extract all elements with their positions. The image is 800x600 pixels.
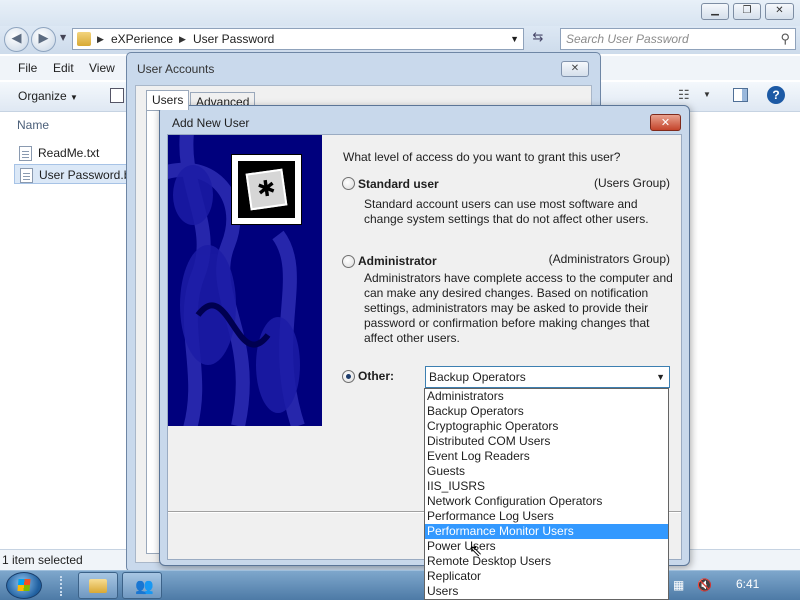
administrator-radio[interactable] [342,255,355,268]
breadcrumb-item[interactable]: eXPerience [111,29,173,49]
wizard-banner-image: ✱ [168,135,322,426]
search-input[interactable]: Search User Password ⚲ [560,28,796,50]
column-header-name[interactable]: Name [17,118,49,132]
group-select[interactable]: Backup Operators ▼ [425,366,670,388]
organize-button[interactable]: Organize ▼ [18,89,78,103]
status-text: 1 item selected [2,553,83,567]
user-key-icon: ✱ [231,154,302,225]
text-file-icon [19,146,32,161]
minimize-button[interactable]: ▁ [701,3,729,20]
start-button[interactable] [6,572,42,599]
dropdown-option[interactable]: Users [425,584,668,599]
menu-file[interactable]: File [18,61,37,75]
maximize-button[interactable]: ❐ [733,3,761,20]
other-label[interactable]: Other: [358,369,394,383]
file-name: User Password.b [39,168,130,182]
chevron-down-icon: ▼ [70,93,78,102]
standard-user-radio[interactable] [342,177,355,190]
breadcrumb-item[interactable]: User Password [193,29,274,49]
group-select-value: Backup Operators [429,370,526,384]
windows-logo-icon [17,579,31,591]
tab-users[interactable]: Users [146,90,190,110]
menu-edit[interactable]: Edit [53,61,74,75]
address-box[interactable]: ▶ eXPerience ▶ User Password ▼ [72,28,524,50]
dropdown-option[interactable]: IIS_IUSRS [425,479,668,494]
folder-icon [89,579,107,593]
standard-user-group: (Users Group) [593,176,670,190]
dropdown-option[interactable]: Performance Log Users [425,509,668,524]
dropdown-option[interactable]: Guests [425,464,668,479]
dialog-title: User Accounts [137,62,215,76]
mouse-cursor-icon: ⇖ [469,541,483,560]
taskbar-user-accounts-button[interactable]: 👥 [122,572,162,599]
taskbar-explorer-button[interactable] [78,572,118,599]
dropdown-option[interactable]: Remote Desktop Users [425,554,668,569]
dialog-title: Add New User [172,116,250,130]
dropdown-option[interactable]: Event Log Readers [425,449,668,464]
dropdown-option[interactable]: Distributed COM Users [425,434,668,449]
folder-icon [77,32,91,46]
explorer-titlebar: ▁ ❐ ✕ [0,0,800,26]
chevron-down-icon[interactable]: ▼ [703,90,711,99]
refresh-icon[interactable]: ⇆ [528,30,548,48]
breadcrumb-separator-icon[interactable]: ▶ [179,29,186,49]
file-icon [20,168,33,183]
other-radio[interactable] [342,370,355,383]
dropdown-option[interactable]: Administrators [425,389,668,404]
group-dropdown-list[interactable]: Administrators Backup Operators Cryptogr… [424,388,669,600]
search-icon[interactable]: ⚲ [780,29,790,49]
standard-user-label[interactable]: Standard user [358,177,439,191]
clock[interactable]: 6:41 [736,577,759,591]
administrator-group: (Administrators Group) [548,252,670,266]
dropdown-option[interactable]: Backup Operators [425,404,668,419]
menu-view[interactable]: View [89,61,115,75]
chevron-down-icon[interactable]: ▼ [656,367,665,387]
dropdown-option[interactable]: Cryptographic Operators [425,419,668,434]
taskbar: 👥 ▦ 🔇 6:41 [0,570,800,600]
file-item[interactable]: User Password.b [14,164,130,184]
view-options-icon[interactable]: ☷ [678,87,690,103]
administrator-description: Administrators have complete access to t… [364,271,673,345]
organize-label: Organize [18,89,67,103]
close-button[interactable]: ✕ [561,61,589,77]
back-button[interactable]: ◀ [4,27,29,52]
preview-pane-icon[interactable] [733,88,748,102]
address-bar-area: ◀ ▶ ▼ ▶ eXPerience ▶ User Password ▼ ⇆ S… [0,26,800,54]
dropdown-option[interactable]: Replicator [425,569,668,584]
close-button[interactable]: ✕ [650,114,681,131]
breadcrumb-separator-icon[interactable]: ▶ [97,29,104,49]
forward-button[interactable]: ▶ [31,27,56,52]
dropdown-option[interactable]: Network Configuration Operators [425,494,668,509]
file-name: ReadMe.txt [38,146,100,160]
help-icon[interactable]: ? [767,86,785,104]
question-text: What level of access do you want to gran… [343,150,621,164]
taskbar-grip[interactable] [60,576,64,596]
users-icon: 👥 [135,577,154,595]
address-dropdown-icon[interactable]: ▼ [510,29,519,49]
standard-user-description: Standard account users can use most soft… [364,197,649,226]
volume-muted-icon[interactable]: 🔇 [697,578,712,592]
dropdown-option-highlighted[interactable]: Performance Monitor Users [425,524,668,539]
dropdown-option[interactable]: Power Users [425,539,668,554]
file-item[interactable]: ReadMe.txt [14,143,130,163]
search-placeholder: Search User Password [566,32,689,46]
close-button[interactable]: ✕ [765,3,794,20]
recent-pages-icon[interactable]: ▼ [60,33,66,42]
calendar-icon[interactable] [110,88,124,103]
network-icon[interactable]: ▦ [673,578,684,592]
administrator-label[interactable]: Administrator [358,254,437,268]
